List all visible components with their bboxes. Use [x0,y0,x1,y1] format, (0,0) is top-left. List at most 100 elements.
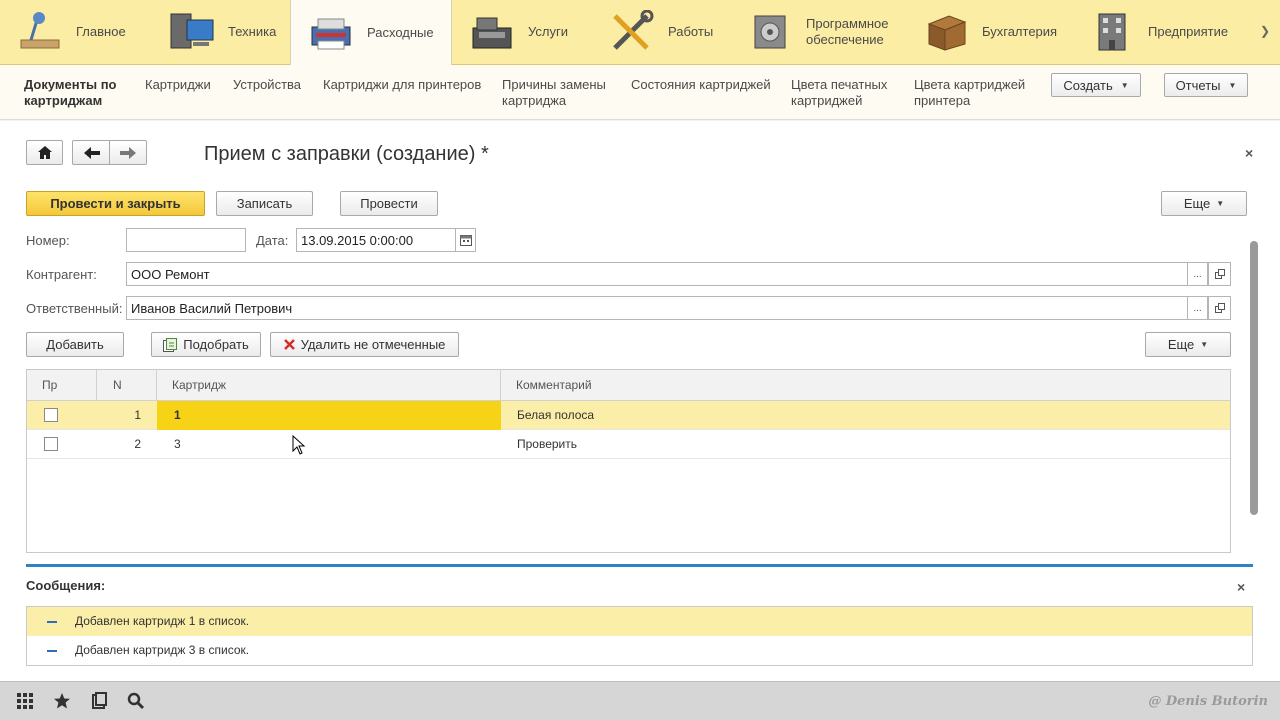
messages-splitter[interactable] [26,564,1253,567]
number-field[interactable] [126,228,246,252]
counterparty-field[interactable]: ООО Ремонт [126,262,1188,286]
row-number: 2 [134,437,141,451]
form-more-button[interactable]: Еще ▼ [1161,191,1247,216]
responsible-open-button[interactable] [1208,296,1231,320]
responsible-label: Ответственный: [26,301,123,316]
row-checkbox[interactable] [44,408,58,422]
section-consumables[interactable]: Расходные [290,0,452,66]
date-label: Дата: [256,233,289,248]
building-icon [1084,8,1140,56]
open-icon [1214,269,1225,279]
nav-replacement-reasons[interactable]: Причины замены картриджа [502,77,606,109]
arrow-left-icon [83,146,100,159]
favorites-star-icon[interactable] [51,690,73,712]
counterparty-open-button[interactable] [1208,262,1231,286]
row-comment[interactable]: Проверить [517,430,1217,459]
pick-button[interactable]: Подобрать [151,332,261,357]
section-software[interactable]: Программное обеспечение [730,0,906,64]
arrow-right-icon [120,146,136,159]
open-icon [1214,303,1225,313]
column-header-comment[interactable]: Комментарий [501,370,1230,401]
section-main[interactable]: Главное [0,0,152,64]
chevron-down-icon: ▼ [1200,340,1209,349]
mouse-cursor-icon [292,435,306,455]
create-button[interactable]: Создать ▼ [1051,73,1141,97]
table-header: Пр N Картридж Комментарий [27,370,1230,401]
add-row-button[interactable]: Добавить [26,332,124,357]
post-and-close-button[interactable]: Провести и закрыть [26,191,205,216]
message-marker-icon [47,650,57,652]
pick-icon [163,337,178,352]
counterparty-select-button[interactable]: ... [1187,262,1208,286]
row-cartridge[interactable]: 1 [157,401,501,430]
section-services[interactable]: Услуги [452,0,592,64]
back-button[interactable] [72,140,110,165]
responsible-field[interactable]: Иванов Василий Петрович [126,296,1188,320]
home-icon [37,146,52,159]
delete-unmarked-button[interactable]: Удалить не отмеченные [270,332,459,357]
row-checkbox[interactable] [44,437,58,451]
date-field[interactable]: 13.09.2015 0:00:00 [296,228,456,252]
chevron-down-icon: ▼ [1216,199,1225,208]
delete-icon [283,339,295,350]
desk-lamp-icon [12,8,68,56]
responsible-select-button[interactable]: ... [1187,296,1208,320]
document-form: Прием с заправки (создание) * × Провести… [0,121,1280,681]
table-more-button[interactable]: Еще ▼ [1145,332,1231,357]
nav-printer-cartridges[interactable]: Картриджи для принтеров [323,77,481,93]
section-navigation: Документы по картриджам Картриджи Устрой… [0,65,1280,120]
section-enterprise[interactable]: Предприятие [1072,0,1242,64]
messages-title: Сообщения: [26,578,106,593]
all-functions-icon[interactable] [14,690,36,712]
chevron-down-icon: ▼ [1228,80,1237,90]
form-title: Прием с заправки (создание) * [204,143,489,165]
nav-print-cartridge-colors[interactable]: Цвета печатных картриджей [791,77,887,109]
section-equipment[interactable]: Техника [152,0,290,64]
search-icon[interactable] [125,690,147,712]
nav-cartridges[interactable]: Картриджи [145,77,211,93]
cash-register-icon [464,8,520,56]
table-row[interactable]: 2 3 Проверить [27,430,1230,459]
history-icon[interactable] [88,690,110,712]
sections-panel: Главное Техника Расходные Услуги Работы … [0,0,1280,66]
computer-icon [164,8,220,56]
home-button[interactable] [26,140,63,165]
bottom-toolbar: @ Denis Butorin [0,681,1280,720]
chevron-down-icon: ▼ [1120,80,1129,90]
calendar-button[interactable] [455,228,476,252]
nav-cartridge-states[interactable]: Состояния картриджей [631,77,771,93]
tools-icon [604,8,660,56]
close-messages-icon[interactable]: × [1237,579,1245,595]
section-accounting[interactable]: Бухгалтерия [906,0,1072,64]
calendar-icon [459,234,472,246]
software-icon [742,8,798,56]
watermark: @ Denis Butorin [1148,694,1268,709]
counterparty-label: Контрагент: [26,267,97,282]
save-button[interactable]: Записать [216,191,313,216]
number-label: Номер: [26,233,70,248]
messages-list: Добавлен картридж 1 в список. Добавлен к… [26,606,1253,666]
archive-box-icon [918,8,974,56]
column-header-cartridge[interactable]: Картридж [157,370,501,401]
sections-more-icon[interactable]: ❯ [1260,24,1270,38]
nav-cartridge-documents[interactable]: Документы по картриджам [24,77,117,109]
printer-icon [303,9,359,57]
row-cartridge[interactable]: 3 [157,430,501,459]
nav-printer-cartridge-colors[interactable]: Цвета картриджей принтера [914,77,1025,109]
message-item[interactable]: Добавлен картридж 1 в список. [27,607,1252,636]
close-form-icon[interactable]: × [1245,145,1253,161]
row-number: 1 [134,408,141,422]
section-works[interactable]: Работы [592,0,730,64]
forward-button[interactable] [109,140,147,165]
column-header-number[interactable]: N [97,370,157,401]
cartridges-table: Пр N Картридж Комментарий 1 1 Белая поло… [26,369,1231,553]
column-header-mark[interactable]: Пр [27,370,97,401]
row-comment[interactable]: Белая полоса [517,401,1217,430]
message-marker-icon [47,621,57,623]
table-row[interactable]: 1 1 Белая полоса [27,401,1230,430]
form-scrollbar[interactable] [1250,241,1258,515]
reports-button[interactable]: Отчеты ▼ [1164,73,1248,97]
post-button[interactable]: Провести [340,191,438,216]
message-item[interactable]: Добавлен картридж 3 в список. [27,636,1252,665]
nav-devices[interactable]: Устройства [233,77,301,93]
